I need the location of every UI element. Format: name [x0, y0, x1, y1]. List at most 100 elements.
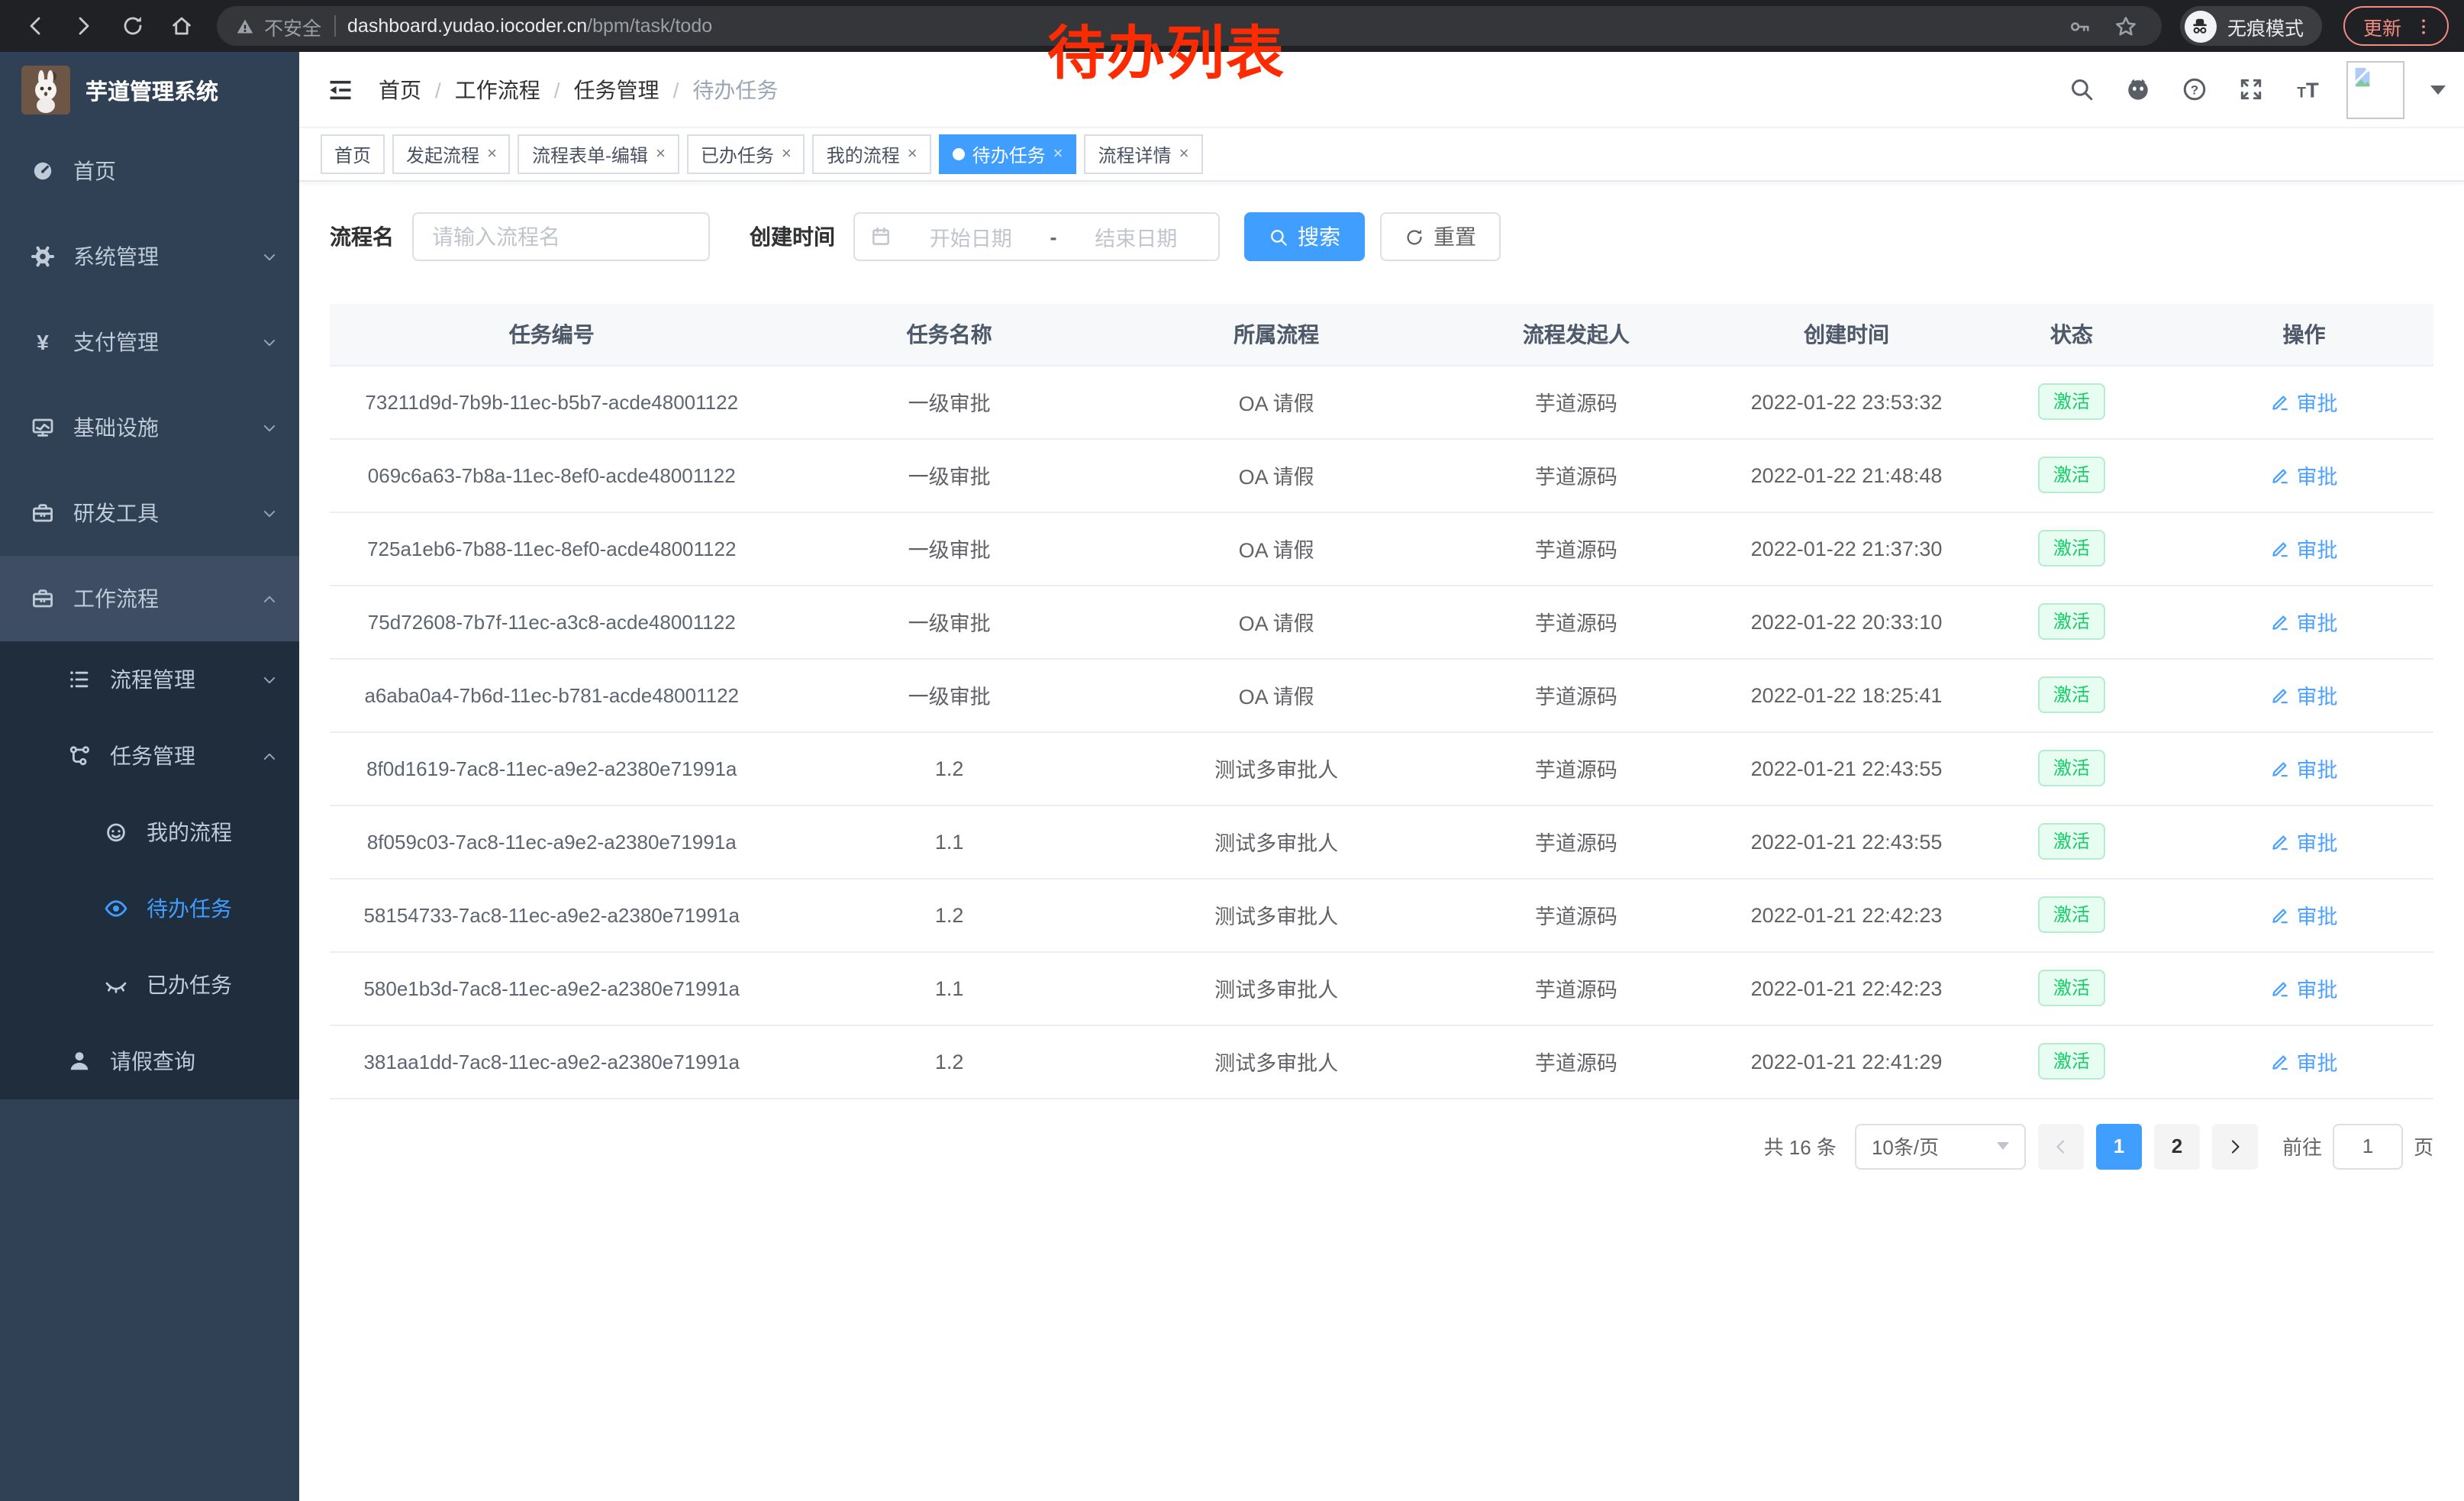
sidebar-item-请假查询[interactable]: 请假查询 — [0, 1023, 299, 1099]
fullscreen-button[interactable] — [2233, 73, 2267, 106]
close-icon[interactable]: × — [908, 146, 918, 163]
sidebar-item-任务管理[interactable]: 任务管理 — [0, 718, 299, 794]
browser-update-button[interactable]: 更新 — [2343, 6, 2449, 46]
breadcrumb-item[interactable]: 工作流程 — [455, 74, 540, 105]
next-page-button[interactable] — [2212, 1123, 2258, 1169]
status-badge: 激活 — [2038, 457, 2105, 493]
sidebar-item-研发工具[interactable]: 研发工具 — [0, 470, 299, 556]
approve-link[interactable]: 审批 — [2270, 460, 2337, 490]
close-icon[interactable]: × — [656, 146, 666, 163]
approve-link[interactable]: 审批 — [2270, 533, 2337, 563]
start-date-input[interactable]: 开始日期 — [904, 221, 1038, 252]
fontsize-button[interactable]: TT — [2290, 73, 2324, 106]
approve-link[interactable]: 审批 — [2270, 1046, 2337, 1077]
chevron-left-icon — [2052, 1137, 2070, 1155]
breadcrumb-item[interactable]: 首页 — [379, 74, 421, 105]
approve-link[interactable]: 审批 — [2270, 386, 2337, 417]
task-id: 725a1eb6-7b88-11ec-8ef0-acde48001122 — [330, 512, 774, 585]
chevron-down-icon — [261, 505, 278, 521]
annotation-text: 待办列表 — [1047, 6, 1285, 90]
create-time-label: 创建时间 — [750, 221, 835, 252]
sidebar-item-基础设施[interactable]: 基础设施 — [0, 385, 299, 470]
search-button-form[interactable]: 搜索 — [1244, 212, 1365, 261]
approve-link[interactable]: 审批 — [2270, 753, 2337, 783]
sidebar-item-已办任务[interactable]: 已办任务 — [0, 947, 299, 1023]
flow-icon — [67, 744, 92, 768]
approve-link[interactable]: 审批 — [2270, 826, 2337, 857]
page-size-select[interactable]: 10条/页 — [1855, 1123, 2026, 1169]
task-name: 1.1 — [774, 805, 1125, 878]
sidebar-item-流程管理[interactable]: 流程管理 — [0, 641, 299, 718]
forward-button[interactable] — [64, 6, 104, 46]
tab-label: 首页 — [334, 141, 371, 167]
sidebar-fold-button[interactable] — [324, 73, 357, 106]
sidebar-item-首页[interactable]: 首页 — [0, 128, 299, 214]
tab-发起流程[interactable]: 发起流程 × — [392, 134, 511, 174]
back-button[interactable] — [15, 6, 55, 46]
sidebar-item-支付管理[interactable]: ¥支付管理 — [0, 299, 299, 385]
close-icon[interactable]: × — [1179, 146, 1189, 163]
breadcrumb-separator: / — [673, 77, 679, 102]
caret-down-icon[interactable] — [2430, 85, 2446, 94]
page-button-2[interactable]: 2 — [2154, 1123, 2200, 1169]
table-row: 73211d9d-7b9b-11ec-b5b7-acde48001122一级审批… — [330, 365, 2433, 438]
sidebar-item-label: 研发工具 — [73, 498, 159, 528]
rabbit-logo — [21, 66, 70, 115]
breadcrumb-item: 待办任务 — [692, 74, 778, 105]
breadcrumb-separator: / — [435, 77, 441, 102]
tab-label: 发起流程 — [406, 141, 479, 167]
process-starter: 芋道源码 — [1428, 438, 1725, 512]
column-header-任务编号: 任务编号 — [330, 304, 774, 365]
jump-page-input[interactable]: 1 — [2333, 1123, 2403, 1169]
bookmark-star-icon[interactable] — [2110, 15, 2143, 37]
eye-closed-icon — [104, 973, 128, 997]
tab-流程详情[interactable]: 流程详情× — [1085, 134, 1203, 174]
close-icon[interactable]: × — [487, 146, 497, 163]
end-date-input[interactable]: 结束日期 — [1069, 221, 1204, 252]
close-icon[interactable]: × — [1053, 146, 1063, 163]
security-chip[interactable]: 不安全 — [235, 11, 321, 40]
search-button[interactable] — [2064, 73, 2098, 106]
tab-待办任务[interactable]: 待办任务× — [939, 134, 1077, 174]
sidebar-item-系统管理[interactable]: 系统管理 — [0, 214, 299, 299]
reset-button[interactable]: 重置 — [1380, 212, 1501, 261]
app-logo[interactable]: 芋道管理系统 — [0, 52, 299, 128]
avatar[interactable] — [2346, 60, 2404, 118]
sidebar-item-工作流程[interactable]: 工作流程 — [0, 556, 299, 641]
breadcrumb-item[interactable]: 任务管理 — [574, 74, 660, 105]
home-button[interactable] — [162, 6, 202, 46]
table-row: 58154733-7ac8-11ec-a9e2-a2380e71991a1.2测… — [330, 878, 2433, 951]
close-icon[interactable]: × — [782, 146, 792, 163]
create-time-range-picker[interactable]: 开始日期 - 结束日期 — [853, 212, 1220, 261]
tab-我的流程[interactable]: 我的流程× — [813, 134, 931, 174]
sidebar-item-我的流程[interactable]: 我的流程 — [0, 794, 299, 870]
reload-button[interactable] — [113, 6, 153, 46]
help-button[interactable]: ? — [2177, 73, 2211, 106]
prev-page-button[interactable] — [2038, 1123, 2084, 1169]
github-button[interactable] — [2121, 73, 2154, 106]
approve-link[interactable]: 审批 — [2270, 973, 2337, 1003]
sidebar-item-待办任务[interactable]: 待办任务 — [0, 870, 299, 947]
filter-bar: 流程名 请输入流程名 创建时间 开始日期 - 结束日期 搜索 — [330, 212, 2433, 261]
edit-icon — [2270, 685, 2290, 705]
browser-menu-icon[interactable] — [2414, 16, 2433, 36]
table-row: 069c6a63-7b8a-11ec-8ef0-acde48001122一级审批… — [330, 438, 2433, 512]
tab-流程表单-编辑[interactable]: 流程表单-编辑× — [518, 134, 679, 174]
table-row: 725a1eb6-7b88-11ec-8ef0-acde48001122一级审批… — [330, 512, 2433, 585]
status-badge: 激活 — [2038, 530, 2105, 567]
tab-已办任务[interactable]: 已办任务× — [687, 134, 805, 174]
column-header-流程发起人: 流程发起人 — [1428, 304, 1725, 365]
process-starter: 芋道源码 — [1428, 731, 1725, 805]
page-button-1[interactable]: 1 — [2096, 1123, 2142, 1169]
approve-link[interactable]: 审批 — [2270, 606, 2337, 637]
column-header-状态: 状态 — [1969, 304, 2175, 365]
approve-link[interactable]: 审批 — [2270, 679, 2337, 710]
chevron-up-icon — [261, 747, 278, 764]
status-badge: 激活 — [2038, 1043, 2105, 1080]
process-name-input[interactable]: 请输入流程名 — [412, 212, 710, 261]
tab-首页[interactable]: 首页 — [321, 134, 385, 174]
approve-link[interactable]: 审批 — [2270, 899, 2337, 930]
process-starter: 芋道源码 — [1428, 365, 1725, 438]
incognito-icon — [2190, 15, 2211, 37]
key-icon[interactable] — [2064, 15, 2098, 37]
